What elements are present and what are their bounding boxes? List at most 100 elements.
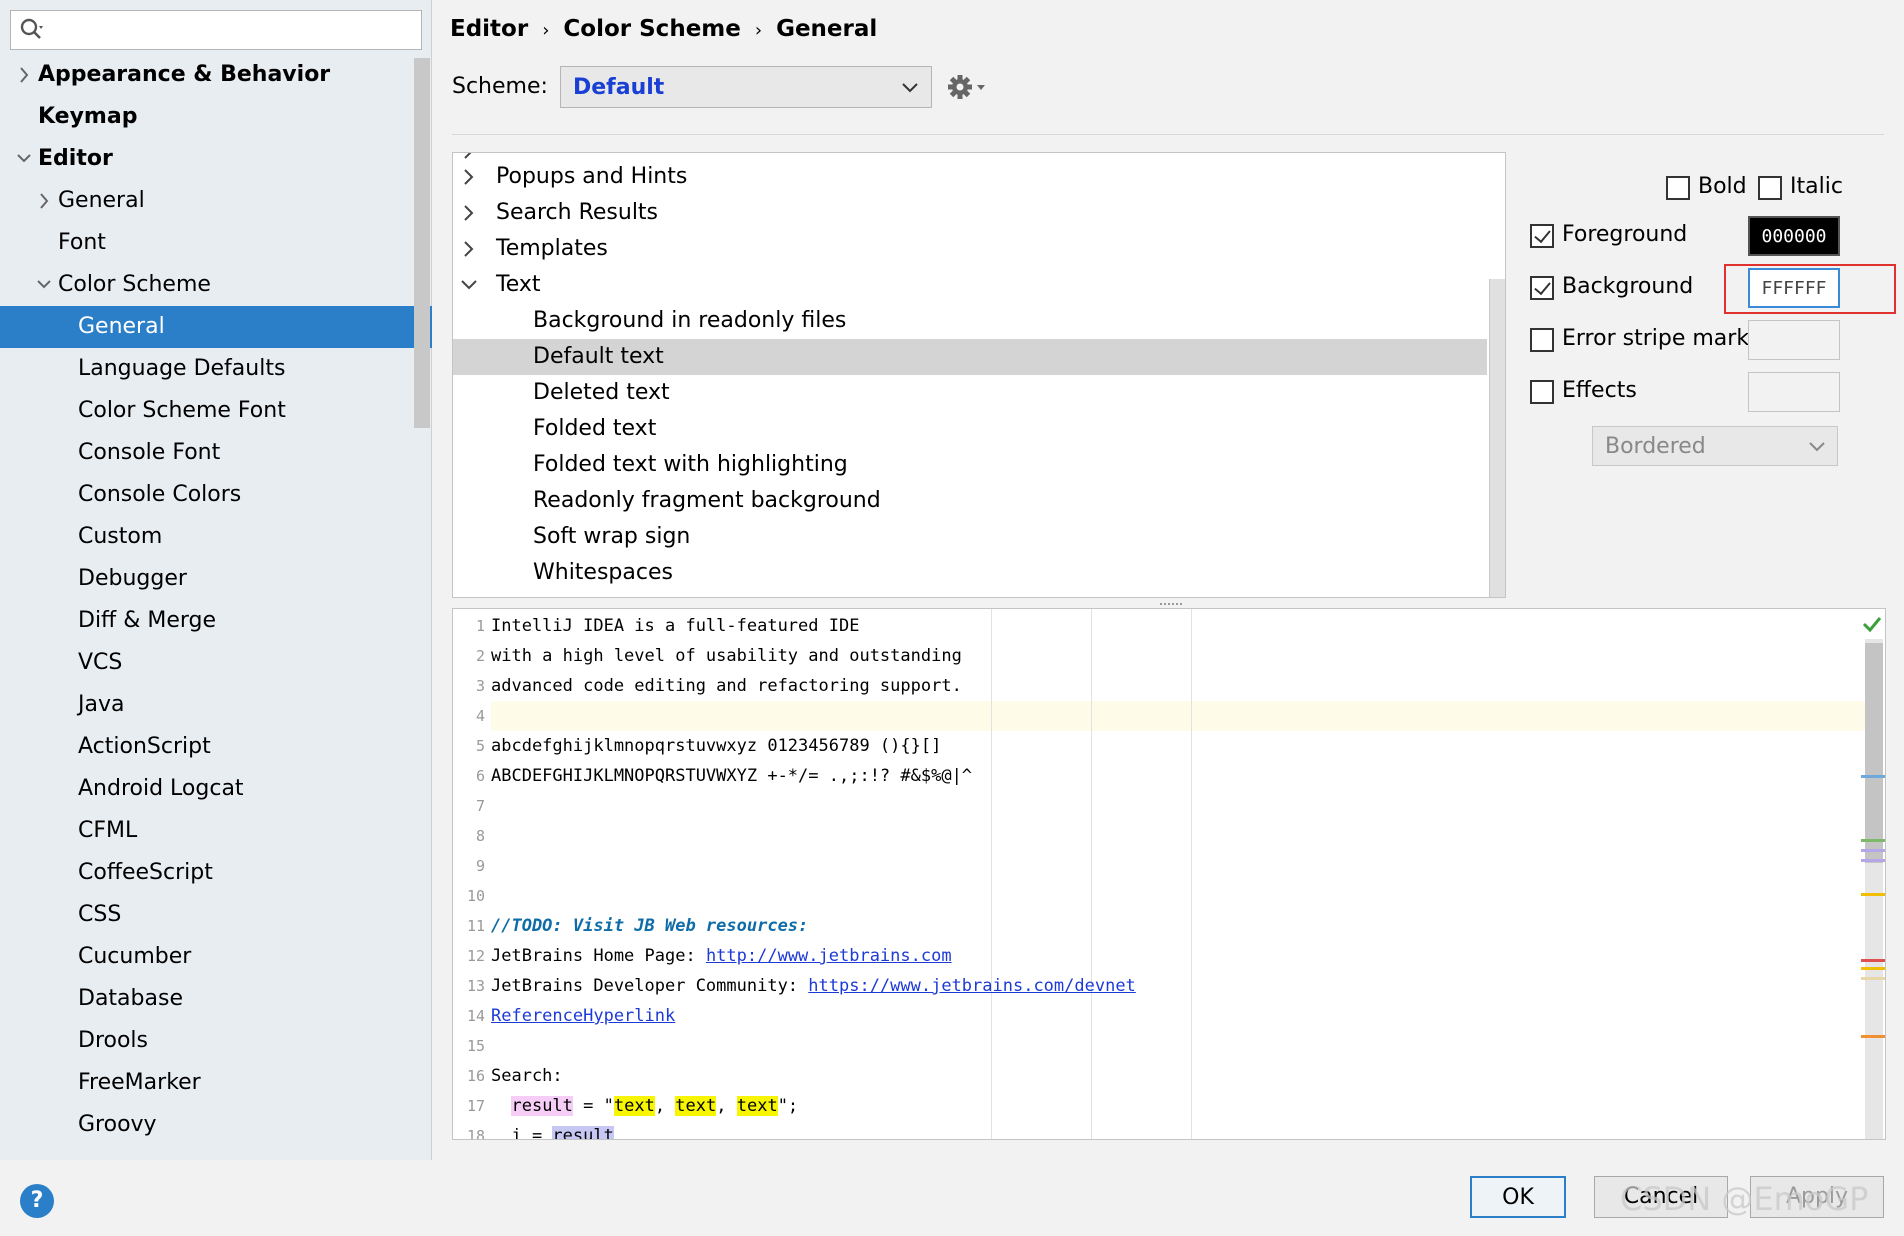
sidebar-item[interactable]: ActionScript (0, 726, 432, 768)
sidebar-item[interactable]: CSS (0, 894, 432, 936)
sidebar-item[interactable]: Console Font (0, 432, 432, 474)
sidebar-item[interactable]: Database (0, 978, 432, 1020)
sidebar-item[interactable]: Appearance & Behavior (0, 54, 432, 96)
sidebar-item[interactable]: Drools (0, 1020, 432, 1062)
sidebar-item-label: CFML (78, 818, 138, 843)
gear-icon[interactable] (946, 72, 990, 102)
color-scheme-preview[interactable]: 1 2 3 4 5 6 7 8 9 10 11 12 13 14 15 16 17 18 IntelliJ IDE… (452, 608, 1886, 1140)
sidebar-item[interactable]: Color Scheme Font (0, 390, 432, 432)
error-stripe-marker[interactable] (1861, 775, 1885, 778)
sidebar-item[interactable]: Diff & Merge (0, 600, 432, 642)
line-number: 2 (475, 647, 485, 665)
scheme-dropdown[interactable]: Default (560, 66, 932, 108)
chevron-right-icon[interactable] (34, 180, 54, 222)
sidebar-item[interactable]: Cucumber (0, 936, 432, 978)
error-stripe-marker[interactable] (1861, 849, 1885, 852)
error-stripe-marker[interactable] (1861, 977, 1885, 980)
color-element-item[interactable]: Default text (453, 339, 1487, 375)
sidebar-item[interactable]: General (0, 306, 432, 348)
chevron-down-icon[interactable] (34, 264, 54, 306)
sidebar-item[interactable]: CoffeeScript (0, 852, 432, 894)
effects-type-dropdown[interactable]: Bordered (1592, 426, 1838, 466)
effects-color-swatch[interactable] (1748, 372, 1840, 412)
foreground-color-swatch[interactable]: 000000 (1748, 216, 1840, 256)
color-element-item[interactable]: Whitespaces (453, 555, 1487, 591)
sidebar-item-label: CSS (78, 902, 122, 927)
error-stripe-marker[interactable] (1861, 859, 1885, 862)
line-number: 16 (466, 1067, 485, 1085)
color-element-item[interactable]: Popups and Hints (453, 159, 1487, 195)
settings-search-input[interactable] (10, 10, 422, 50)
sidebar-item[interactable]: General (0, 180, 432, 222)
ok-button[interactable]: OK (1470, 1176, 1566, 1218)
code-line-18: i = result (491, 1121, 614, 1139)
sidebar-item[interactable]: VCS (0, 642, 432, 684)
sidebar-item[interactable]: Java (0, 684, 432, 726)
background-label: Background (1562, 274, 1694, 299)
error-stripe-marker[interactable] (1861, 1035, 1885, 1038)
background-checkbox[interactable] (1530, 276, 1554, 300)
color-element-item[interactable]: Deleted text (453, 375, 1487, 411)
sidebar-item-label: Editor (38, 146, 113, 171)
italic-checkbox[interactable] (1758, 176, 1782, 200)
reference-hyperlink[interactable]: ReferenceHyperlink (491, 1006, 675, 1026)
hyperlink[interactable]: http://www.jetbrains.com (706, 946, 952, 966)
sidebar-item-label: Language Defaults (78, 356, 286, 381)
color-element-label: Soft wrap sign (533, 524, 691, 549)
breadcrumb-color-scheme[interactable]: Color Scheme (563, 16, 740, 42)
sidebar-item[interactable]: Font (0, 222, 432, 264)
line-number-gutter: 1 2 3 4 5 6 7 8 9 10 11 12 13 14 15 16 17 18 (453, 609, 491, 1139)
color-element-item[interactable]: Background in readonly files (453, 303, 1487, 339)
sidebar-item[interactable]: Language Defaults (0, 348, 432, 390)
sidebar-item[interactable]: Editor (0, 138, 432, 180)
sidebar-item[interactable]: Console Colors (0, 474, 432, 516)
color-element-item[interactable]: Soft wrap sign (453, 519, 1487, 555)
divider (452, 134, 1884, 135)
effects-checkbox[interactable] (1530, 380, 1554, 404)
chevron-right-icon[interactable] (459, 195, 479, 231)
error-stripe-color-swatch[interactable] (1748, 320, 1840, 360)
chevron-down-icon[interactable] (459, 267, 479, 303)
hyperlink[interactable]: https://www.jetbrains.com/devnet (808, 976, 1136, 996)
code-line-5: abcdefghijklmnopqrstuvwxyz 0123456789 ()… (491, 736, 942, 756)
foreground-checkbox[interactable] (1530, 224, 1554, 248)
sidebar-scrollbar[interactable] (414, 58, 430, 428)
color-element-item[interactable]: Folded text with highlighting (453, 447, 1487, 483)
preview-scrollbar-thumb[interactable] (1865, 643, 1883, 863)
error-stripe-marker[interactable] (1861, 839, 1885, 842)
code-text: = " (572, 1096, 614, 1116)
chevron-down-icon[interactable] (14, 138, 34, 180)
sidebar-item-label: Console Colors (78, 482, 242, 507)
color-element-label: Folded text (533, 416, 657, 441)
chevron-right-icon[interactable] (14, 54, 34, 96)
color-element-item[interactable]: Folded text (453, 411, 1487, 447)
line-number: 17 (466, 1097, 485, 1115)
color-element-item[interactable]: Search Results (453, 195, 1487, 231)
elements-scrollbar[interactable] (1489, 279, 1505, 597)
error-stripe-marker[interactable] (1861, 967, 1885, 970)
sidebar-item[interactable]: CFML (0, 810, 432, 852)
breadcrumb-editor[interactable]: Editor (450, 16, 528, 42)
error-stripe-marker[interactable] (1861, 959, 1885, 962)
sidebar-item[interactable]: Android Logcat (0, 768, 432, 810)
error-stripe-checkbox[interactable] (1530, 328, 1554, 352)
chevron-right-icon[interactable] (459, 159, 479, 195)
sidebar-item[interactable]: Custom (0, 516, 432, 558)
breadcrumb: Editor › Color Scheme › General (450, 16, 877, 48)
sidebar-item[interactable]: FreeMarker (0, 1062, 432, 1104)
color-element-item[interactable]: Templates (453, 231, 1487, 267)
sidebar-item[interactable]: Keymap (0, 96, 432, 138)
chevron-right-icon[interactable] (459, 231, 479, 267)
sidebar-item[interactable]: Groovy (0, 1104, 432, 1146)
sidebar-item-label: Drools (78, 1028, 148, 1053)
sidebar-item[interactable]: Debugger (0, 558, 432, 600)
code-line-12: JetBrains Home Page: http://www.jetbrain… (491, 941, 952, 971)
color-element-item[interactable]: Text (453, 267, 1487, 303)
color-element-item[interactable]: Readonly fragment background (453, 483, 1487, 519)
color-elements-tree[interactable]: Popups and Hints Search Results Templates T… (452, 152, 1506, 598)
help-icon[interactable]: ? (20, 1184, 54, 1218)
sidebar-item[interactable]: Color Scheme (0, 264, 432, 306)
indent-guide (1091, 609, 1092, 1139)
bold-checkbox[interactable] (1666, 176, 1690, 200)
error-stripe-marker[interactable] (1861, 893, 1885, 896)
